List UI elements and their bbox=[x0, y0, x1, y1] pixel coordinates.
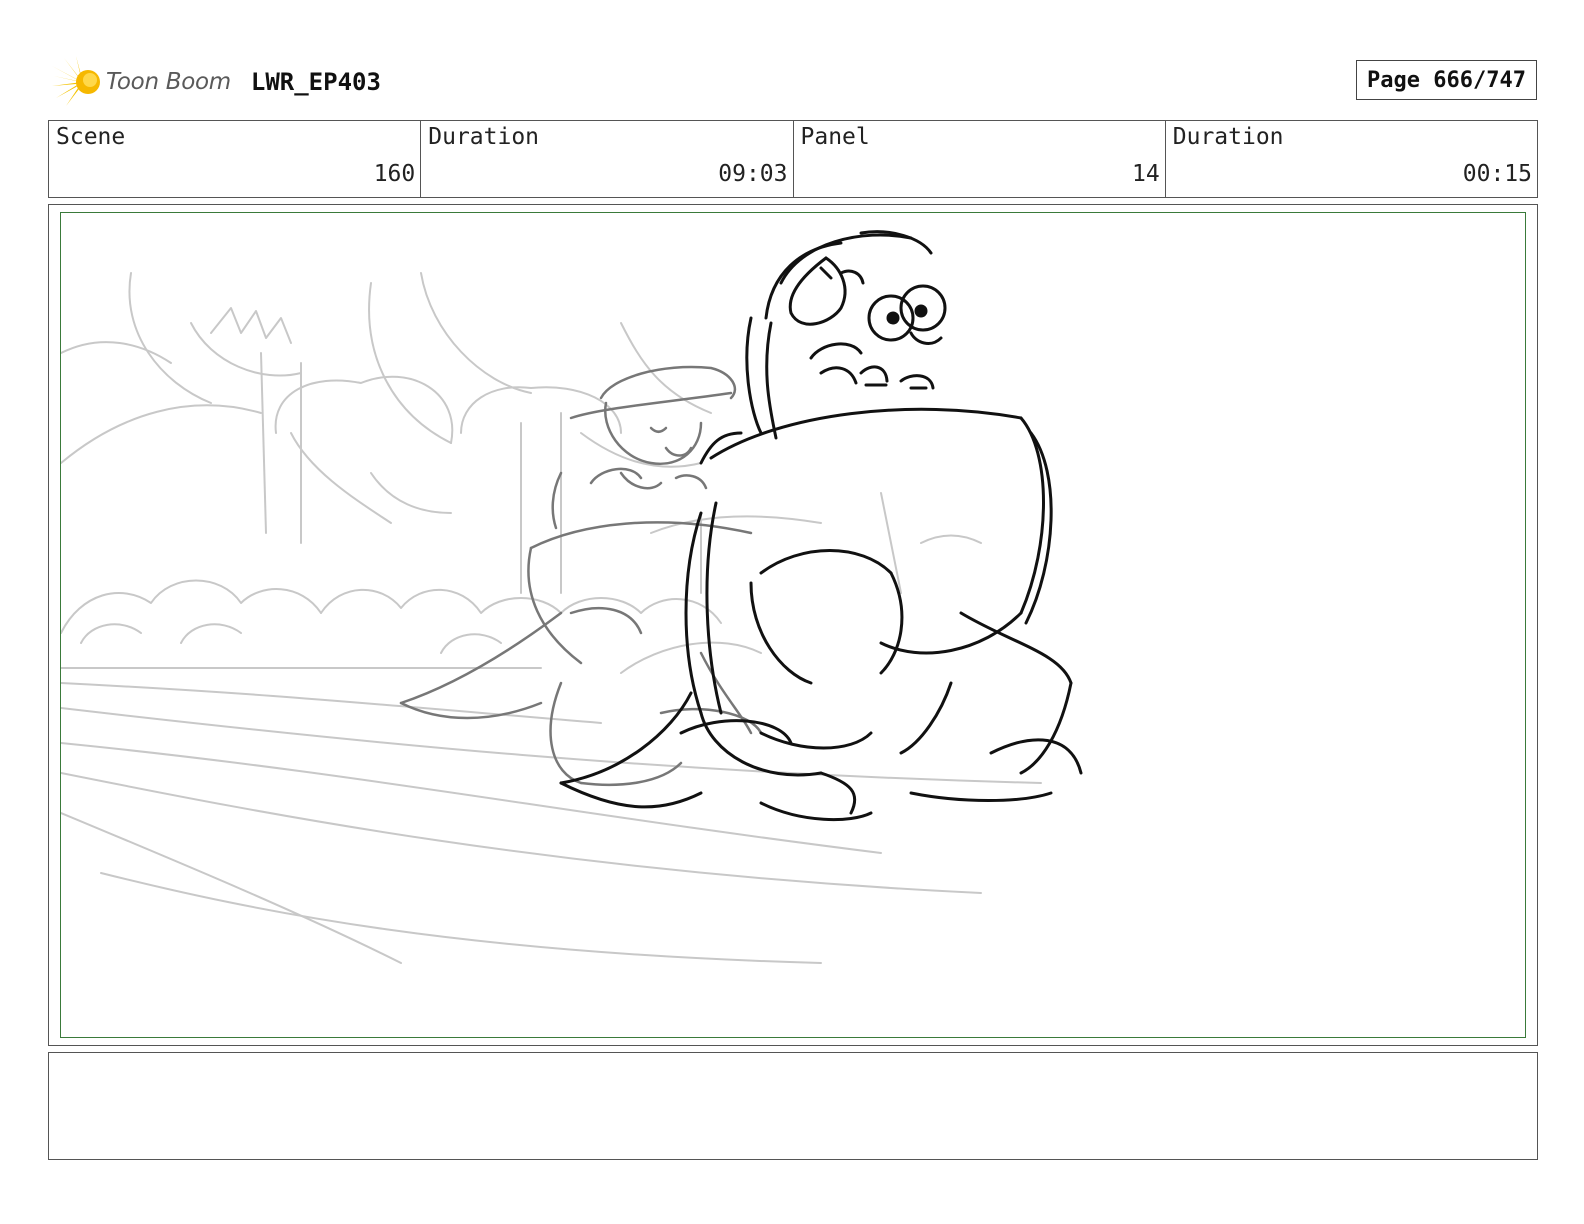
panel-label: Panel bbox=[800, 124, 870, 150]
panel-notes-area bbox=[48, 1052, 1538, 1160]
panel-duration-value: 00:15 bbox=[1462, 161, 1532, 187]
scene-value: 160 bbox=[373, 161, 416, 187]
toon-boom-logo: Toon Boom bbox=[52, 56, 231, 108]
scene-label: Scene bbox=[56, 124, 126, 150]
foreground-character-sketch bbox=[559, 230, 1083, 821]
panel-duration-label: Duration bbox=[1172, 124, 1284, 150]
scene-duration-label: Duration bbox=[428, 124, 540, 150]
background-sketch bbox=[61, 272, 1042, 964]
panel-value: 14 bbox=[1132, 161, 1160, 187]
scene-info-table: Scene 160 Duration 09:03 Panel 14 Durati… bbox=[48, 120, 1538, 198]
scene-duration-value: 09:03 bbox=[718, 161, 788, 187]
page-indicator: Page 666/747 bbox=[1356, 60, 1537, 100]
storyboard-panel-image bbox=[60, 212, 1526, 1038]
panel-duration-cell: Duration 00:15 bbox=[1164, 121, 1537, 197]
header: Toon Boom LWR_EP403 bbox=[52, 54, 381, 110]
logo-text: Toon Boom bbox=[106, 69, 231, 95]
starburst-icon bbox=[52, 56, 100, 106]
scene-cell: Scene 160 bbox=[49, 121, 420, 197]
project-title: LWR_EP403 bbox=[250, 68, 381, 96]
panel-cell: Panel 14 bbox=[792, 121, 1165, 197]
scene-duration-cell: Duration 09:03 bbox=[420, 121, 792, 197]
